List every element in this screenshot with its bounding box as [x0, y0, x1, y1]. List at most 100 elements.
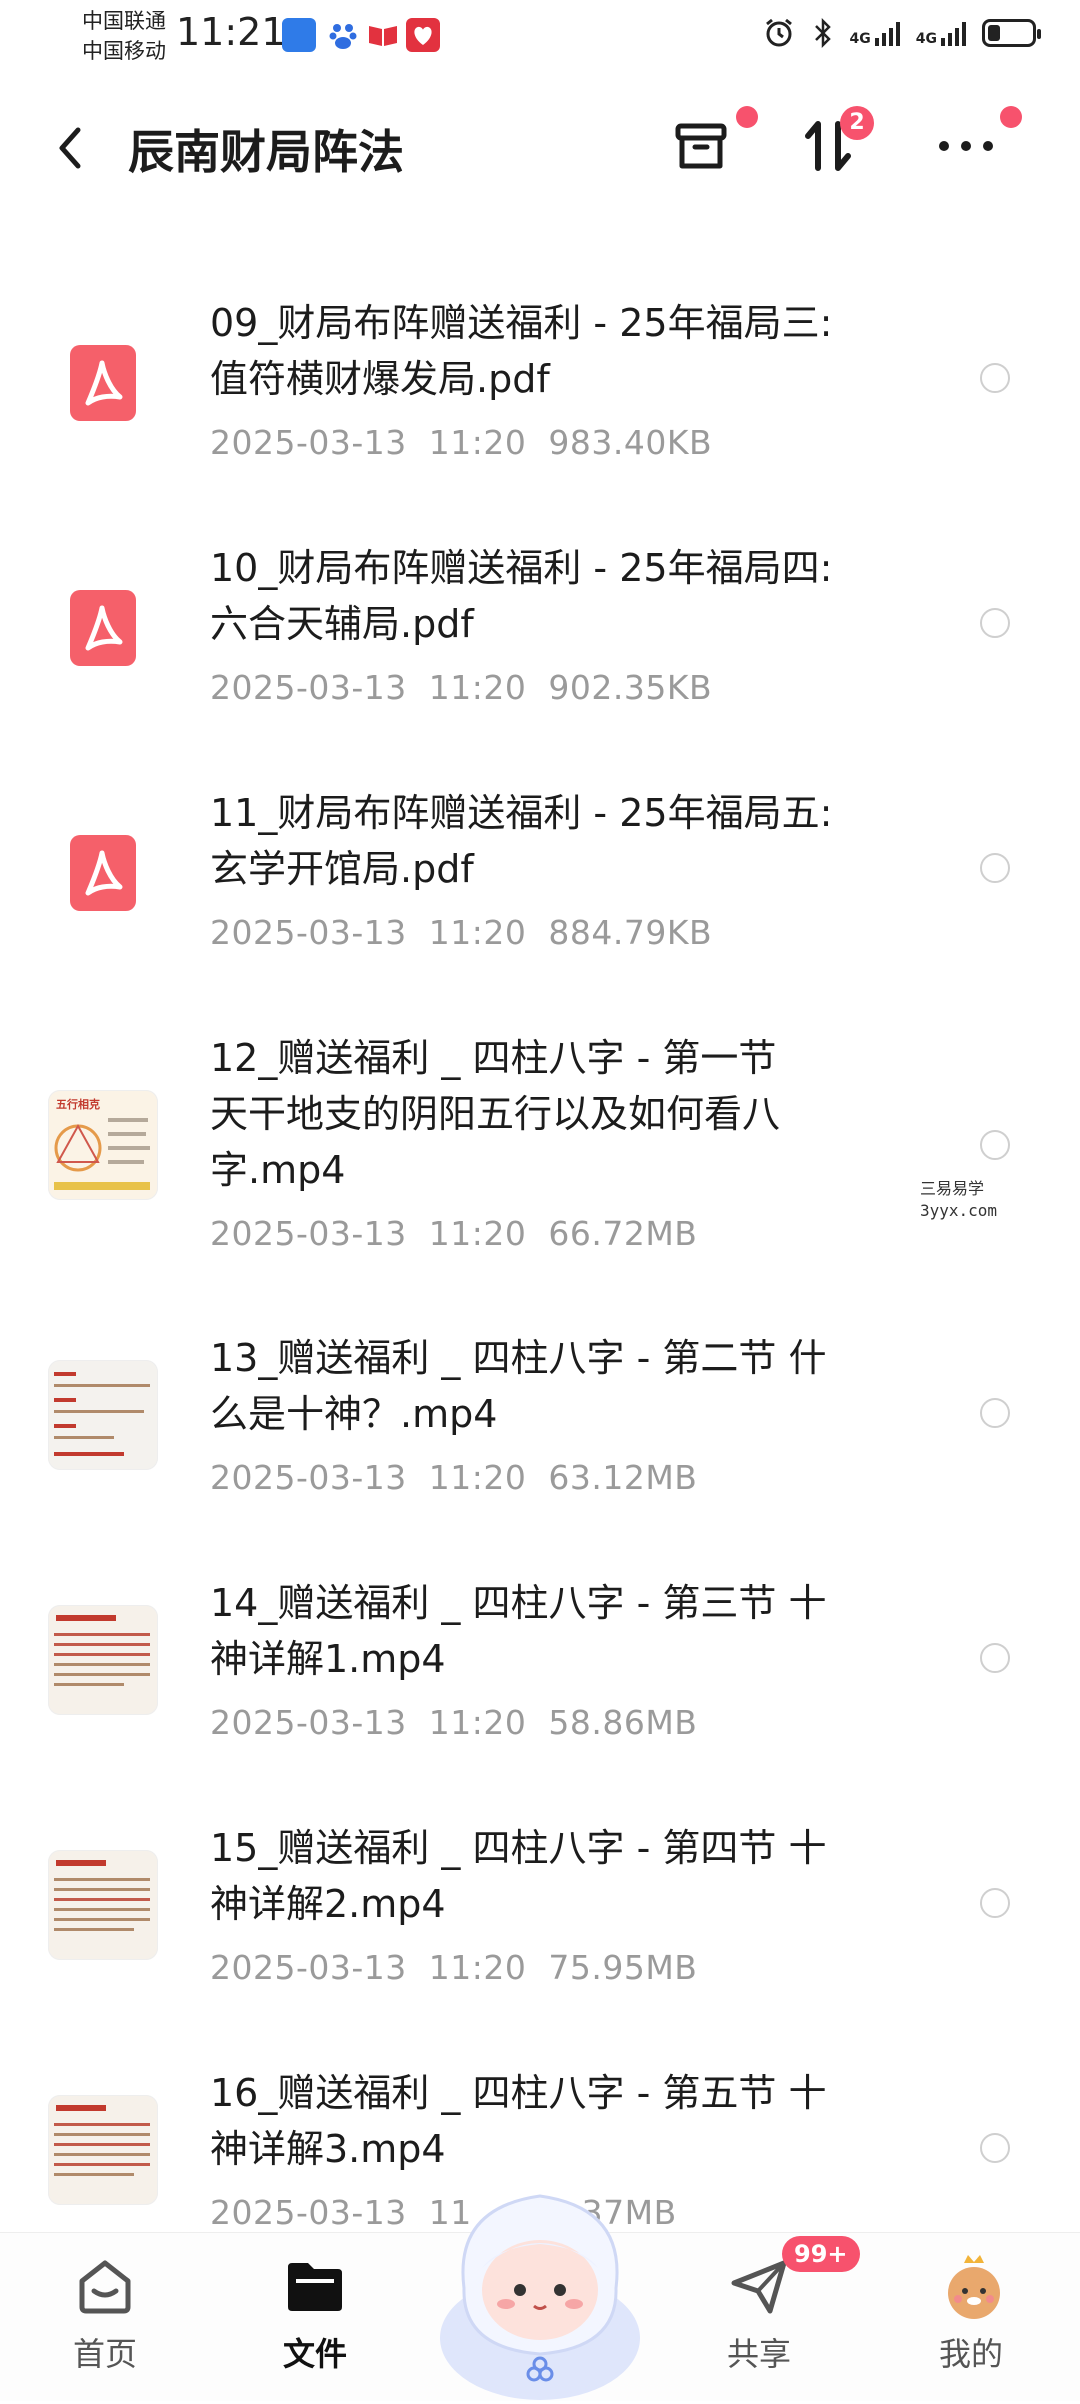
- file-size: 983.40KB: [548, 423, 713, 462]
- file-row[interactable]: 11_财局布阵赠送福利 - 25年福局五: 玄学开馆局.pdf 2025-03-…: [0, 785, 1080, 1025]
- file-row[interactable]: 15_赠送福利 _ 四柱八字 - 第四节 十 神详解2.mp4 2025-03-…: [0, 1820, 1080, 2060]
- video-thumbnail: 五行相克: [48, 1090, 158, 1200]
- file-date: 2025-03-13: [210, 668, 407, 707]
- file-time: 11:20: [428, 668, 527, 707]
- nav-share-label: 共享: [726, 2335, 791, 2373]
- file-name: 14_赠送福利 _ 四柱八字 - 第三节 十 神详解1.mp4: [210, 1575, 910, 1687]
- book-app-icon: [366, 18, 400, 52]
- file-meta: 2025-03-13 11:20 58.86MB: [210, 1703, 697, 1742]
- select-radio[interactable]: [980, 1888, 1010, 1918]
- file-time: 11:20: [428, 1703, 527, 1742]
- file-name-line: 六合天辅局.pdf: [210, 602, 474, 646]
- page-title: 辰南财局阵法: [128, 125, 404, 179]
- file-row[interactable]: 13_赠送福利 _ 四柱八字 - 第二节 什 么是十神？.mp4 2025-03…: [0, 1330, 1080, 1570]
- nav-home[interactable]: 首页: [40, 2253, 170, 2375]
- file-name-line: 10_财局布阵赠送福利 - 25年福局四:: [210, 546, 833, 590]
- notification-dot: [1000, 106, 1022, 128]
- file-date: 2025-03-13: [210, 1458, 407, 1497]
- file-date: 2025-03-13: [210, 423, 407, 462]
- status-bar: 中国联通 中国移动 11:21 4G 4G: [0, 0, 1080, 76]
- battery-icon: [982, 19, 1041, 47]
- file-name-line: 15_赠送福利 _ 四柱八字 - 第四节 十: [210, 1826, 827, 1870]
- sort-badge: 2: [840, 106, 874, 140]
- select-radio[interactable]: [980, 1130, 1010, 1160]
- pdf-icon: [70, 345, 136, 421]
- notification-dot: [736, 106, 758, 128]
- app-notification-icon: [282, 18, 316, 52]
- select-radio[interactable]: [980, 1398, 1010, 1428]
- select-radio[interactable]: [980, 2133, 1010, 2163]
- file-name-line: 神详解1.mp4: [210, 1637, 446, 1681]
- chevron-left-icon[interactable]: [50, 118, 90, 178]
- status-time: 11:21: [176, 10, 286, 54]
- select-radio[interactable]: [980, 608, 1010, 638]
- file-name: 11_财局布阵赠送福利 - 25年福局五: 玄学开馆局.pdf: [210, 785, 910, 897]
- file-meta: 2025-03-13 11:20 884.79KB: [210, 913, 712, 952]
- archive-button[interactable]: [666, 106, 758, 182]
- select-radio[interactable]: [980, 363, 1010, 393]
- file-name-line: 12_赠送福利 _ 四柱八字 - 第一节: [210, 1036, 777, 1080]
- file-meta: 2025-03-13 11:20 75.95MB: [210, 1948, 697, 1987]
- file-row[interactable]: 14_赠送福利 _ 四柱八字 - 第三节 十 神详解1.mp4 2025-03-…: [0, 1575, 1080, 1815]
- file-name-line: 14_赠送福利 _ 四柱八字 - 第三节 十: [210, 1581, 827, 1625]
- file-name: 12_赠送福利 _ 四柱八字 - 第一节 天干地支的阴阳五行以及如何看八 字.m…: [210, 1030, 910, 1198]
- nav-mine-label: 我的: [938, 2335, 1003, 2373]
- avatar: [938, 2253, 1004, 2319]
- file-meta: 2025-03-13 11:20 902.35KB: [210, 668, 712, 707]
- mascot-icon: [440, 2194, 640, 2400]
- signal-bars-2-icon: [941, 20, 966, 46]
- nav-files-label: 文件: [282, 2335, 347, 2373]
- file-meta: 2025-03-13 11:20 66.72MB: [210, 1214, 697, 1253]
- nav-mine[interactable]: 我的: [906, 2253, 1036, 2375]
- file-row[interactable]: 09_财局布阵赠送福利 - 25年福局三: 值符横财爆发局.pdf 2025-0…: [0, 295, 1080, 535]
- file-name-line: 16_赠送福利 _ 四柱八字 - 第五节 十: [210, 2071, 827, 2115]
- file-name-line: 神详解2.mp4: [210, 1882, 446, 1926]
- file-row[interactable]: 10_财局布阵赠送福利 - 25年福局四: 六合天辅局.pdf 2025-03-…: [0, 540, 1080, 780]
- file-row[interactable]: 五行相克 12_赠送福利 _ 四柱八字 - 第一节 天干地支的阴阳五行以及如何看…: [0, 1030, 1080, 1330]
- baidu-icon: [326, 18, 360, 52]
- file-time: 11:20: [428, 1458, 527, 1497]
- network-type-1: 4G: [849, 31, 871, 47]
- sort-button[interactable]: 2: [792, 106, 874, 182]
- file-name: 09_财局布阵赠送福利 - 25年福局三: 值符横财爆发局.pdf: [210, 295, 910, 407]
- file-name-line: 玄学开馆局.pdf: [210, 847, 474, 891]
- file-meta: 2025-03-13 11:20 983.40KB: [210, 423, 712, 462]
- video-thumbnail: [48, 1605, 158, 1715]
- nav-files[interactable]: 文件: [250, 2253, 380, 2375]
- file-name-line: 字.mp4: [210, 1148, 346, 1192]
- file-meta: 2025-03-13 11:20 63.12MB: [210, 1458, 697, 1497]
- watermark-line: 3yyx.com: [920, 1201, 998, 1220]
- file-name-line: 11_财局布阵赠送福利 - 25年福局五:: [210, 791, 833, 835]
- more-options-button[interactable]: [930, 106, 1022, 182]
- file-size: 58.86MB: [548, 1703, 698, 1742]
- home-icon: [72, 2253, 138, 2319]
- file-name: 15_赠送福利 _ 四柱八字 - 第四节 十 神详解2.mp4: [210, 1820, 910, 1932]
- file-size: 75.95MB: [548, 1948, 698, 1987]
- file-name: 10_财局布阵赠送福利 - 25年福局四: 六合天辅局.pdf: [210, 540, 910, 652]
- heart-app-icon: [406, 18, 440, 52]
- file-name-line: 么是十神？.mp4: [210, 1392, 498, 1436]
- assistant-mascot-button[interactable]: [434, 2178, 646, 2400]
- file-name: 13_赠送福利 _ 四柱八字 - 第二节 什 么是十神？.mp4: [210, 1330, 910, 1442]
- select-radio[interactable]: [980, 853, 1010, 883]
- file-time: 11:20: [428, 913, 527, 952]
- carrier-2: 中国移动: [82, 39, 166, 63]
- file-size: 884.79KB: [548, 913, 713, 952]
- file-name-line: 值符横财爆发局.pdf: [210, 357, 550, 401]
- file-name-line: 天干地支的阴阳五行以及如何看八: [210, 1092, 781, 1136]
- folder-icon: [282, 2253, 348, 2319]
- share-badge: 99+: [782, 2236, 860, 2272]
- file-time: 11:20: [428, 1948, 527, 1987]
- file-date: 2025-03-13: [210, 1948, 407, 1987]
- file-size: 66.72MB: [548, 1214, 698, 1253]
- signal-1: 4G: [850, 20, 900, 46]
- select-radio[interactable]: [980, 1643, 1010, 1673]
- pdf-icon: [70, 835, 136, 911]
- file-date: 2025-03-13: [210, 1214, 407, 1253]
- status-right-group: 4G 4G: [762, 16, 1041, 50]
- file-size: 902.35KB: [548, 668, 713, 707]
- pdf-icon: [70, 590, 136, 666]
- video-thumbnail: [48, 1850, 158, 1960]
- carrier-labels: 中国联通 中国移动: [82, 6, 166, 66]
- carrier-1: 中国联通: [82, 9, 166, 33]
